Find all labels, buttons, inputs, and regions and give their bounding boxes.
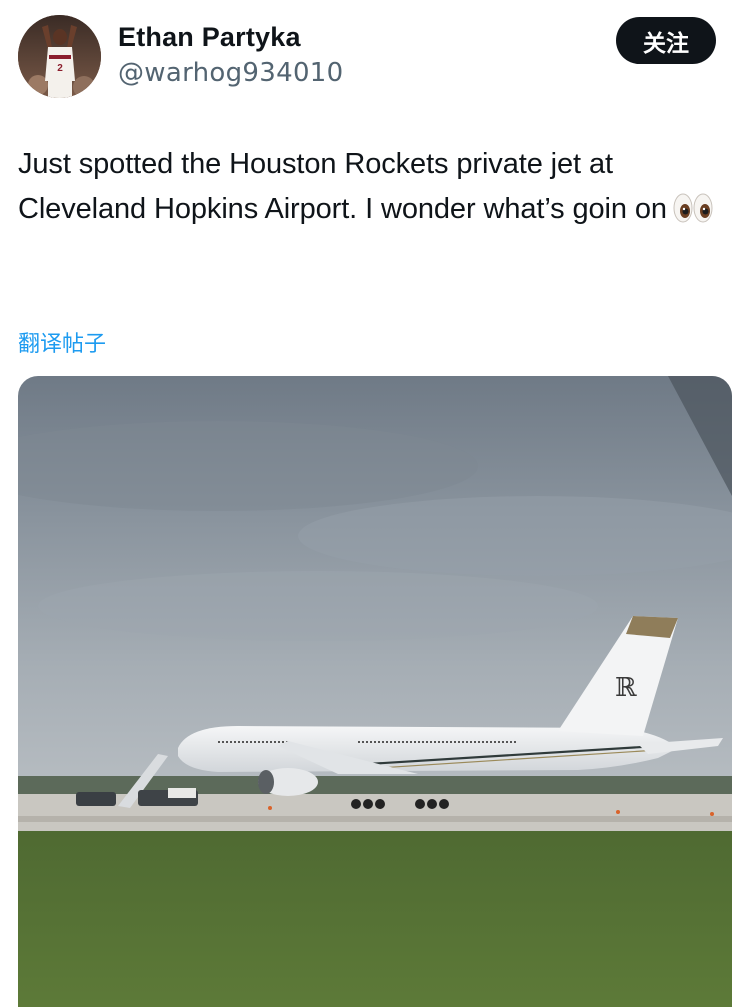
avatar[interactable]: 2 xyxy=(18,15,101,98)
svg-text:ℝ: ℝ xyxy=(615,673,637,703)
follow-button[interactable]: 关注 xyxy=(616,17,716,64)
player-avatar-icon: 2 xyxy=(18,15,101,98)
tweet-text: Just spotted the Houston Rockets private… xyxy=(18,142,733,238)
svg-text:2: 2 xyxy=(57,63,63,74)
tweet-body: Just spotted the Houston Rockets private… xyxy=(18,148,667,225)
eyes-emoji-icon xyxy=(673,192,713,238)
author-handle[interactable]: @warhog934010 xyxy=(118,58,343,88)
author-name[interactable]: Ethan Partyka xyxy=(118,22,301,53)
translate-post-link[interactable]: 翻译帖子 xyxy=(18,326,106,358)
airplane-photo: ℝ xyxy=(18,376,732,1007)
tweet-header: 2 Ethan Partyka @warhog934010 关注 xyxy=(0,0,750,110)
tweet-photo[interactable]: ℝ xyxy=(18,376,732,1007)
